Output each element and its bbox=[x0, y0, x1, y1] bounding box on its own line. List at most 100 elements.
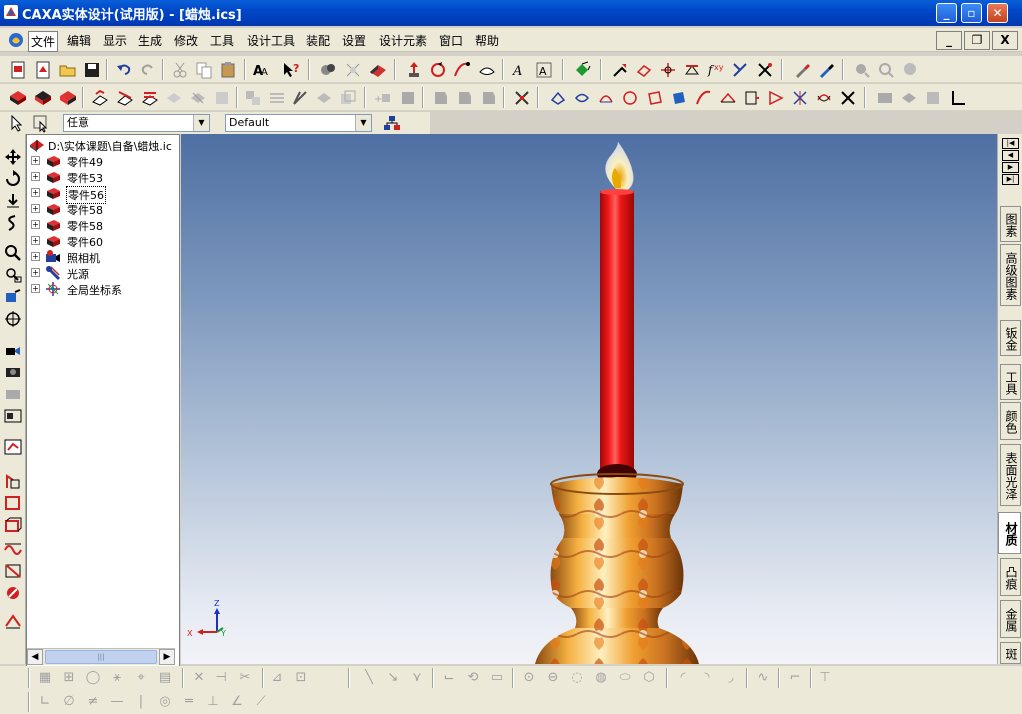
rectangle-button[interactable] bbox=[3, 494, 23, 512]
zoom-button[interactable] bbox=[3, 244, 23, 262]
layer-button[interactable]: ▤ bbox=[156, 669, 174, 687]
pattern-1-button[interactable] bbox=[243, 88, 263, 108]
surface-6-button[interactable] bbox=[669, 88, 689, 108]
cut-button[interactable] bbox=[170, 60, 190, 80]
face-offset-button[interactable] bbox=[212, 88, 232, 108]
menu-design-tools[interactable]: 设计工具 bbox=[245, 32, 297, 49]
box-grid-button[interactable]: ⊞ bbox=[60, 669, 78, 687]
expand-icon[interactable]: + bbox=[31, 252, 40, 261]
rotate-button[interactable] bbox=[428, 60, 448, 80]
new-drawing-button[interactable] bbox=[33, 60, 53, 80]
extrude-button[interactable] bbox=[610, 60, 630, 80]
surface-10-button[interactable] bbox=[766, 88, 786, 108]
pan-button[interactable] bbox=[3, 148, 23, 166]
split-button[interactable] bbox=[730, 60, 750, 80]
help-button[interactable]: ? bbox=[281, 60, 301, 80]
feature-a-button[interactable] bbox=[398, 88, 418, 108]
surface-11-button[interactable] bbox=[790, 88, 810, 108]
tab-scroll-first-icon[interactable]: |◀ bbox=[1002, 138, 1019, 149]
tab-spots[interactable]: 斑 bbox=[1000, 642, 1021, 664]
scrollbar-thumb[interactable]: ||| bbox=[45, 650, 157, 664]
trim-sketch-button[interactable]: ✂ bbox=[236, 669, 254, 687]
concentric-button[interactable]: ◎ bbox=[156, 693, 174, 711]
fillet-button[interactable] bbox=[90, 88, 110, 108]
vertical-button[interactable]: | bbox=[132, 693, 150, 711]
tab-colors[interactable]: 颜色 bbox=[1000, 402, 1021, 440]
parallel-button[interactable]: ≠ bbox=[84, 693, 102, 711]
tab-primitives[interactable]: 图素 bbox=[1000, 206, 1021, 242]
fix-button[interactable]: ⊥ bbox=[204, 693, 222, 711]
style-select[interactable]: Default ▼ bbox=[225, 114, 372, 132]
candle-model[interactable]: Z X Y bbox=[181, 134, 997, 664]
trim-button[interactable] bbox=[755, 60, 775, 80]
feature-d-button[interactable] bbox=[479, 88, 499, 108]
sketch-plane-button[interactable] bbox=[3, 472, 23, 490]
select-face-button[interactable] bbox=[31, 113, 51, 133]
angle-line-button[interactable]: ⋎ bbox=[408, 669, 426, 687]
move-button[interactable] bbox=[404, 60, 424, 80]
menu-window[interactable]: 窗口 bbox=[437, 32, 465, 49]
surface-8-button[interactable] bbox=[718, 88, 738, 108]
expand-icon[interactable]: + bbox=[31, 220, 40, 229]
expand-icon[interactable]: + bbox=[31, 284, 40, 293]
wave-button[interactable] bbox=[3, 538, 23, 556]
tree-horizontal-scrollbar[interactable]: ◀ ||| ▶ bbox=[27, 648, 175, 665]
font-button[interactable]: AA bbox=[251, 60, 271, 80]
scale-button[interactable] bbox=[290, 88, 310, 108]
solid-1-button[interactable] bbox=[8, 88, 28, 108]
sketch-button[interactable] bbox=[452, 60, 472, 80]
chevron-down-icon[interactable]: ▼ bbox=[193, 115, 209, 131]
tab-metal[interactable]: 金属 bbox=[1000, 600, 1021, 638]
expand-icon[interactable]: + bbox=[31, 268, 40, 277]
dynamic-rotate-button[interactable] bbox=[3, 214, 23, 232]
light-button[interactable] bbox=[343, 60, 363, 80]
mdi-close-button[interactable]: X bbox=[992, 31, 1018, 50]
surface-13-button[interactable] bbox=[838, 88, 858, 108]
mirror-button[interactable] bbox=[314, 88, 334, 108]
extend-button[interactable]: ⊣ bbox=[212, 669, 230, 687]
tangent-line-button[interactable]: ↘ bbox=[384, 669, 402, 687]
chevron-down-icon[interactable]: ▼ bbox=[355, 115, 371, 131]
smart-render-button[interactable] bbox=[318, 60, 338, 80]
delete-sketch-button[interactable]: ✕ bbox=[190, 669, 208, 687]
tangent-button[interactable]: ∅ bbox=[60, 693, 78, 711]
table-button[interactable]: ⊤ bbox=[816, 669, 834, 687]
draft-button[interactable] bbox=[164, 88, 184, 108]
tab-advanced-primitives[interactable]: 高级图素 bbox=[1000, 244, 1021, 306]
feature-b-button[interactable] bbox=[431, 88, 451, 108]
surface-12-button[interactable] bbox=[814, 88, 834, 108]
display-mode-button[interactable] bbox=[3, 438, 23, 456]
surface-5-button[interactable] bbox=[645, 88, 665, 108]
horizontal-button[interactable]: — bbox=[108, 693, 126, 711]
walk-button[interactable] bbox=[3, 192, 23, 210]
menu-design-elements[interactable]: 设计元素 bbox=[377, 32, 429, 49]
snap-button[interactable]: ⊿ bbox=[268, 669, 286, 687]
boolean-button[interactable] bbox=[338, 88, 358, 108]
disabled-tool-1-button[interactable] bbox=[852, 60, 872, 80]
tab-scroll-last-icon[interactable]: ▶| bbox=[1002, 174, 1019, 185]
scroll-left-icon[interactable]: ◀ bbox=[27, 649, 43, 665]
text-frame-button[interactable]: A bbox=[534, 60, 554, 80]
tab-materials[interactable]: 材质 bbox=[998, 512, 1021, 554]
paint-button[interactable] bbox=[816, 60, 836, 80]
cube-navigator-button[interactable] bbox=[572, 60, 592, 80]
menu-settings[interactable]: 设置 bbox=[340, 32, 368, 49]
zoom-window-button[interactable] bbox=[3, 266, 23, 284]
symmetric-button[interactable]: ⟋ bbox=[252, 693, 270, 711]
tab-tools[interactable]: 工具 bbox=[1000, 364, 1021, 400]
offset-button[interactable]: ⟲ bbox=[464, 669, 482, 687]
camera-view-button[interactable] bbox=[3, 340, 23, 358]
new-design-button[interactable] bbox=[8, 60, 28, 80]
arc-button[interactable]: ◜ bbox=[674, 669, 692, 687]
disabled-tool-3-button[interactable] bbox=[900, 60, 920, 80]
perpendicular-button[interactable]: ∟ bbox=[36, 693, 54, 711]
angle-constraint-button[interactable]: ∠ bbox=[228, 693, 246, 711]
menu-tools[interactable]: 工具 bbox=[208, 32, 236, 49]
redo-button[interactable] bbox=[138, 60, 158, 80]
mdi-restore-button[interactable]: ❐ bbox=[964, 31, 990, 50]
view-3-button[interactable] bbox=[923, 88, 943, 108]
circle-center-button[interactable]: ⊙ bbox=[520, 669, 538, 687]
constraint-button[interactable]: ⚹ bbox=[108, 669, 126, 687]
menu-file[interactable]: 文件 bbox=[28, 31, 59, 52]
dimension-button[interactable] bbox=[3, 612, 23, 630]
